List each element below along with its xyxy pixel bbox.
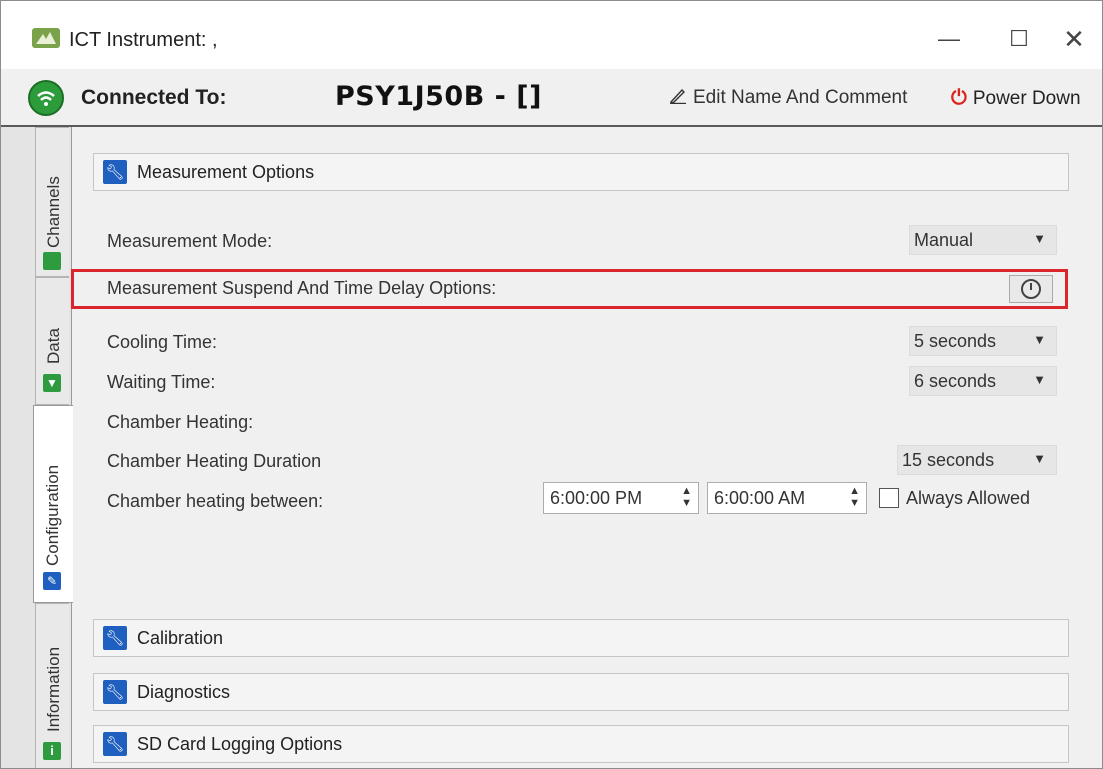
configuration-panel: 🔧︎ Measurement Options Measurement Mode:… (71, 127, 1102, 768)
heating-duration-value: 15 seconds (902, 449, 995, 470)
tab-data-label: Data (44, 328, 63, 364)
connection-status-icon (28, 80, 64, 116)
heating-start-time-input[interactable]: 6:00:00 PM ▲ ▼ (543, 482, 699, 514)
chamber-heating-label: Chamber Heating: (107, 412, 254, 432)
wrench-icon: ✎ (43, 572, 61, 590)
heating-start-value: 6:00:00 PM (550, 487, 643, 508)
always-allowed-label: Always Allowed (906, 488, 1031, 508)
always-allowed-checkbox[interactable] (879, 488, 899, 508)
chevron-down-icon: ▼ (1033, 451, 1046, 466)
section-measurement-options[interactable]: 🔧︎ Measurement Options (93, 153, 1069, 191)
chevron-down-icon: ▼ (1033, 372, 1046, 387)
tab-configuration[interactable]: Configuration ✎ (33, 405, 73, 603)
tab-data[interactable]: Data ▼ (35, 277, 69, 405)
side-tab-bar: Channels Data ▼ Configuration ✎ Informat… (1, 127, 73, 768)
section-sd-card-logging[interactable]: 🔧︎ SD Card Logging Options (93, 725, 1069, 763)
maximize-button[interactable]: ☐ (999, 19, 1039, 59)
heating-between-label: Chamber heating between: (107, 491, 324, 511)
clock-icon (1021, 279, 1041, 299)
app-logo-icon (32, 28, 60, 48)
pencil-icon (669, 88, 687, 109)
heating-duration-dropdown[interactable]: 15 seconds ▼ (897, 445, 1057, 475)
waiting-time-label: Waiting Time: (107, 372, 216, 392)
wrench-icon: 🔧︎ (103, 160, 127, 184)
section-title: Diagnostics (137, 681, 231, 702)
tab-configuration-label: Configuration (43, 464, 62, 566)
chevron-down-icon: ▼ (1033, 231, 1046, 246)
cooling-time-label: Cooling Time: (107, 332, 218, 352)
waiting-time-value: 6 seconds (914, 370, 997, 391)
measurement-mode-value: Manual (914, 229, 974, 250)
minimize-button[interactable]: — (929, 19, 969, 59)
section-title: Measurement Options (137, 161, 315, 182)
chevron-down-icon: ▼ (1033, 332, 1046, 347)
device-name: PSY1J50B - [] (335, 81, 542, 112)
section-title: Calibration (137, 627, 224, 648)
wrench-icon: 🔧︎ (103, 732, 127, 756)
measurement-mode-dropdown[interactable]: Manual ▼ (909, 225, 1057, 255)
app-window: ICT Instrument: , — ☐ ✕ Connected To: PS… (0, 0, 1103, 769)
info-icon: i (43, 742, 61, 760)
window-title: ICT Instrument: , (69, 29, 218, 51)
suspend-options-label: Measurement Suspend And Time Delay Optio… (107, 278, 497, 298)
edit-name-button[interactable]: Edit Name And Comment (669, 87, 907, 109)
section-title: SD Card Logging Options (137, 733, 343, 754)
tab-information-label: Information (44, 646, 63, 732)
tab-channels[interactable]: Channels (35, 127, 69, 277)
time-delay-options-button[interactable] (1009, 275, 1053, 303)
close-button[interactable]: ✕ (1054, 19, 1094, 59)
heating-end-value: 6:00:00 AM (714, 487, 806, 508)
edit-name-label: Edit Name And Comment (693, 87, 908, 108)
wrench-icon: 🔧︎ (103, 626, 127, 650)
channels-icon (43, 252, 61, 270)
spin-arrows-icon[interactable]: ▲ ▼ (849, 485, 860, 509)
section-calibration[interactable]: 🔧︎ Calibration (93, 619, 1069, 657)
wrench-icon: 🔧︎ (103, 680, 127, 704)
waiting-time-dropdown[interactable]: 6 seconds ▼ (909, 366, 1057, 396)
tab-information[interactable]: Information i (35, 603, 69, 768)
spin-arrows-icon[interactable]: ▲ ▼ (681, 485, 692, 509)
wifi-icon (37, 91, 55, 106)
section-diagnostics[interactable]: 🔧︎ Diagnostics (93, 673, 1069, 711)
download-icon: ▼ (43, 374, 61, 392)
connection-header: Connected To: PSY1J50B - [] Edit Name An… (1, 69, 1102, 127)
measurement-mode-label: Measurement Mode: (107, 231, 273, 251)
title-bar: ICT Instrument: , — ☐ ✕ (1, 1, 1102, 69)
power-down-button[interactable]: ⏻ Power Down (951, 87, 1081, 110)
cooling-time-dropdown[interactable]: 5 seconds ▼ (909, 326, 1057, 356)
heating-duration-label: Chamber Heating Duration (107, 451, 322, 471)
power-icon: ⏻ (951, 87, 967, 109)
connected-to-label: Connected To: (81, 86, 227, 109)
heating-end-time-input[interactable]: 6:00:00 AM ▲ ▼ (707, 482, 867, 514)
tab-channels-label: Channels (44, 176, 63, 248)
cooling-time-value: 5 seconds (914, 330, 997, 351)
power-down-label: Power Down (972, 87, 1081, 109)
